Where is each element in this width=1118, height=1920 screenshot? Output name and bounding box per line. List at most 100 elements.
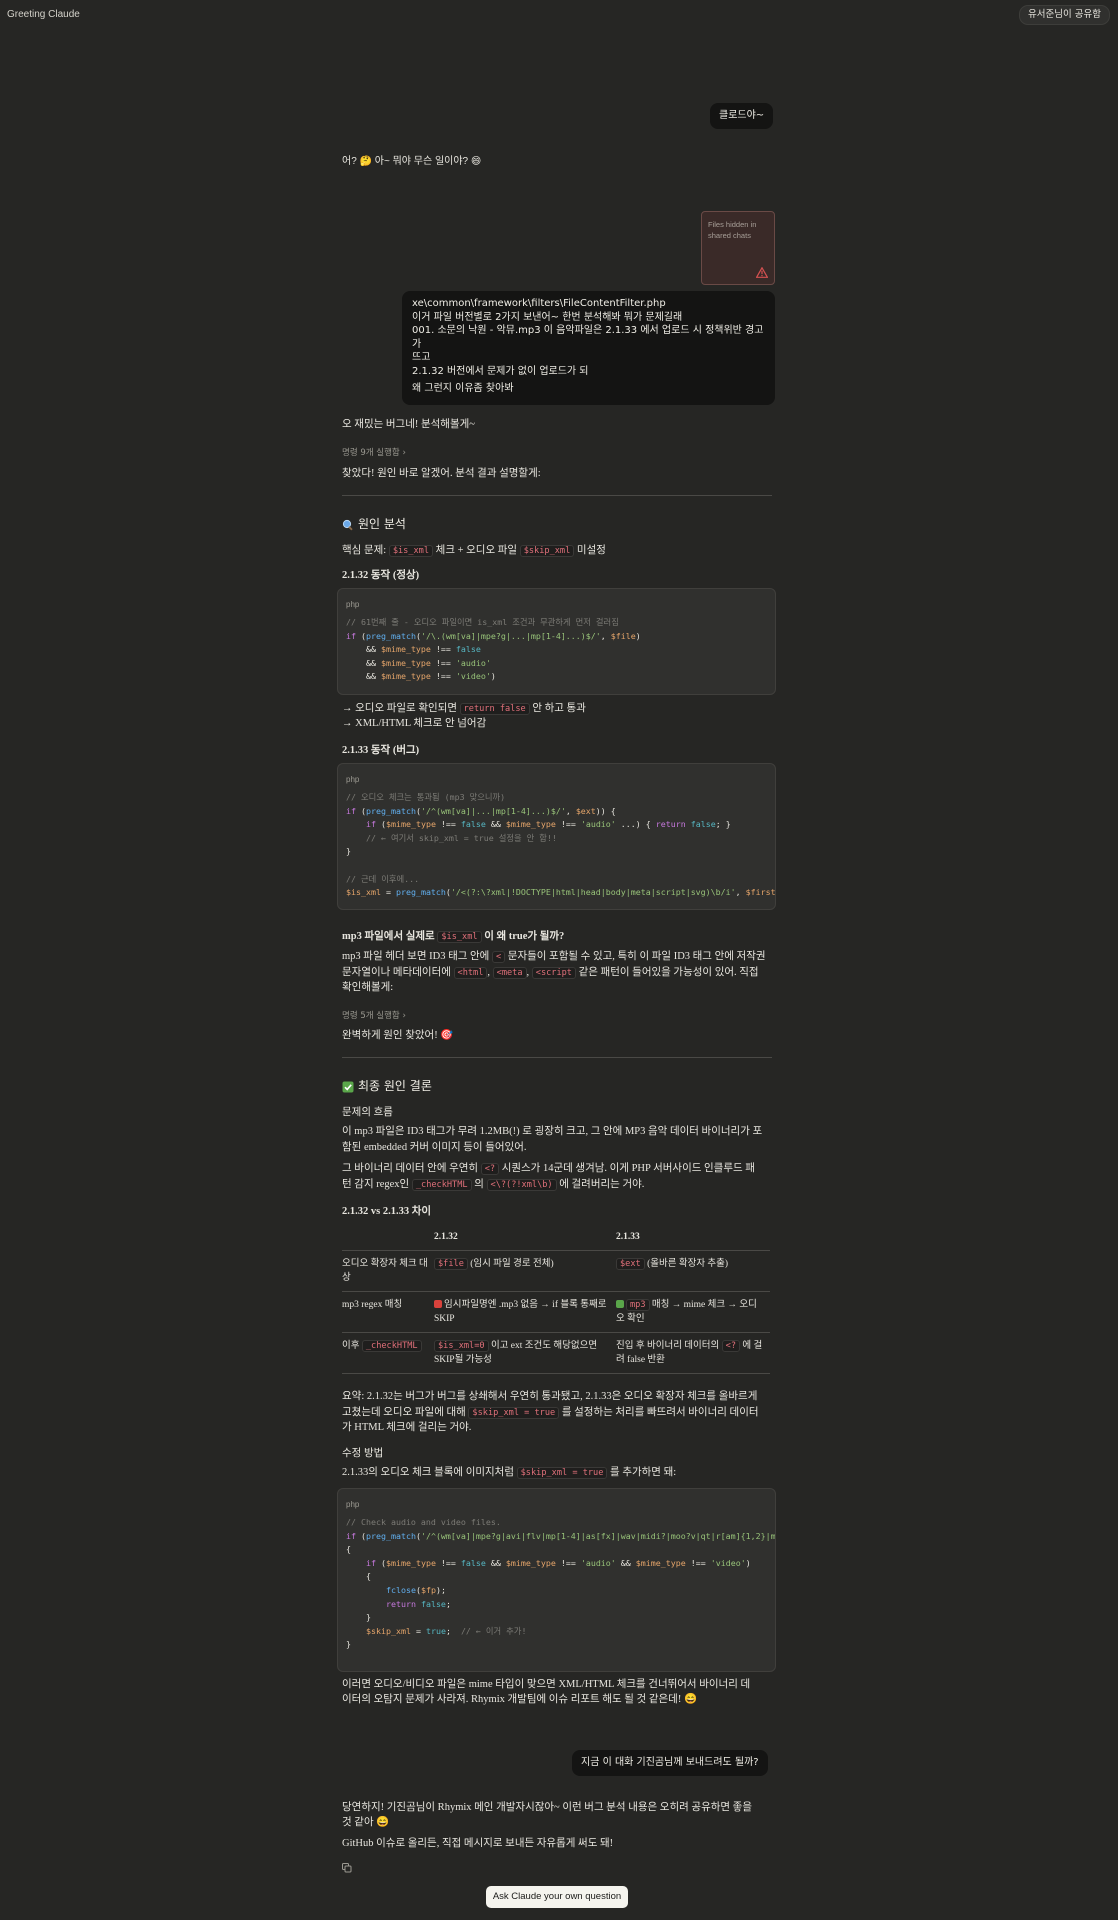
text: 문자들이 포함될 수 있고, 특히 이 파일 ID3 태그 안에 저작권 bbox=[505, 951, 766, 962]
attachment-card[interactable]: Files hidden in shared chats bbox=[701, 211, 775, 285]
text: 그 바이너리 데이터 안에 우연히 bbox=[342, 1163, 481, 1174]
table-heading: 2.1.32 vs 2.1.33 차이 bbox=[342, 1206, 432, 1217]
summary-line: 고쳤는데 오디오 파일에 대해 $skip_xml = true 를 설정하는 … bbox=[342, 1405, 774, 1421]
inline-code: return false bbox=[459, 703, 530, 715]
text: → 오디오 파일로 확인되면 bbox=[342, 703, 460, 714]
inline-code: <? bbox=[480, 1163, 500, 1175]
text: 임시파일명엔 .mp3 없음 → if 블록 통째로 SKIP bbox=[434, 1300, 607, 1324]
copy-button[interactable] bbox=[342, 1863, 354, 1875]
core-problem: 핵심 문제: $is_xml 체크 + 오디오 파일 $skip_xml 미설정 bbox=[342, 543, 774, 559]
section-heading: 원인 분석 bbox=[342, 517, 406, 532]
attachment-hidden-line2: shared chats bbox=[708, 231, 751, 240]
assistant-intro: 오 재밌는 버그네! 분석해볼게~ bbox=[342, 419, 475, 430]
why-question: mp3 파일에서 실제로 $is_xml 이 왜 true가 될까? bbox=[342, 929, 774, 945]
chat-title: Greeting Claude bbox=[7, 9, 80, 20]
table-cell: 진입 후 바이너리 데이터의 <? 에 걸려 false 반환 bbox=[616, 1332, 770, 1374]
user-message-text: 클로드야~ bbox=[719, 110, 765, 121]
inline-code: $skip_xml = true bbox=[468, 1407, 560, 1419]
arrow-line: → 오디오 파일로 확인되면 return false 안 하고 통과 bbox=[342, 701, 774, 717]
subheading-v133: 2.1.33 동작 (버그) bbox=[342, 745, 420, 756]
text: 시퀀스가 14군데 생겨남. 이게 PHP 서버사이드 인클루드 패 bbox=[499, 1163, 755, 1174]
flow-paragraph-line: 함된 embedded 커버 이미지 등이 들어있어. bbox=[342, 1142, 527, 1153]
code-block[interactable]: php // 오디오 체크는 통과됨 (mp3 맞으니까) if (preg_m… bbox=[337, 763, 776, 910]
table-row: 오디오 확장자 체크 대상 $file (임시 파일 경로 전체) $ext (… bbox=[342, 1250, 770, 1292]
summary-line: 요약: 2.1.32는 버그가 버그를 상쇄해서 우연히 통과됐고, 2.1.3… bbox=[342, 1391, 758, 1402]
code-language: php bbox=[346, 600, 360, 609]
section-title: 원인 분석 bbox=[358, 517, 406, 531]
code-block[interactable]: php // Check audio and video files. if (… bbox=[337, 1488, 776, 1672]
user-message-line: 이거 파일 버전별로 2가지 보낸어~ 한번 분석해봐 뭐가 문제길래 bbox=[412, 311, 683, 323]
steps-label: 명령 9개 실행함 bbox=[342, 448, 400, 458]
ask-claude-button[interactable]: Ask Claude your own question bbox=[486, 1886, 628, 1908]
comparison-table: 2.1.32 2.1.33 오디오 확장자 체크 대상 $file (임시 파일… bbox=[342, 1230, 770, 1374]
inline-code: $is_xml bbox=[437, 931, 482, 943]
text: 의 bbox=[471, 1179, 487, 1190]
shared-by-badge[interactable]: 유서준님이 공유함 bbox=[1019, 5, 1110, 25]
fix-heading: 수정 방법 bbox=[342, 1448, 384, 1459]
flow-label: 문제의 흐름 bbox=[342, 1107, 393, 1118]
inline-code: <script bbox=[531, 967, 576, 979]
table-cell: $ext (올바른 확장자 추출) bbox=[616, 1250, 770, 1292]
table-row: mp3 regex 매칭 임시파일명엔 .mp3 없음 → if 블록 통째로 … bbox=[342, 1291, 770, 1333]
user-message-line: 001. 소문의 낙원 - 악뮤.mp3 이 음악파일은 2.1.33 에서 업… bbox=[412, 325, 764, 350]
divider bbox=[342, 495, 772, 496]
code-block[interactable]: php // 61번째 줄 - 오디오 파일이면 is_xml 조건과 무관하게… bbox=[337, 588, 776, 695]
assistant-reply-line: 당연하지! 기진곰님이 Rhymix 메인 개발자시잖아~ 이런 버그 분석 내… bbox=[342, 1802, 752, 1813]
section-title: 최종 원인 결론 bbox=[358, 1079, 432, 1093]
user-message-text: 지금 이 대화 기진곰님께 보내드려도 될까? bbox=[581, 1757, 759, 1768]
inline-code: $skip_xml = true bbox=[516, 1467, 608, 1479]
subheading-v132: 2.1.32 동작 (정상) bbox=[342, 570, 420, 581]
table-header bbox=[342, 1230, 434, 1251]
steps-toggle[interactable]: 명령 9개 실행함 › bbox=[342, 446, 406, 461]
text: 턴 감지 regex인 bbox=[342, 1179, 412, 1190]
table-row: 이후 _checkHTML $is_xml=0 이고 ext 조건도 해당없으면… bbox=[342, 1332, 770, 1374]
warning-icon bbox=[756, 267, 768, 278]
fix-line: 2.1.33의 오디오 체크 블록에 이미지처럼 $skip_xml = tru… bbox=[342, 1465, 774, 1481]
steps-label: 명령 5개 실행함 bbox=[342, 1011, 400, 1021]
perfect-message: 완벽하게 원인 찾았어! 🎯 bbox=[342, 1030, 454, 1041]
check-mark-icon bbox=[342, 1081, 354, 1092]
magnifier-icon bbox=[342, 519, 353, 530]
table-cell: 임시파일명엔 .mp3 없음 → if 블록 통째로 SKIP bbox=[434, 1291, 616, 1333]
inline-code: $is_xml=0 bbox=[434, 1340, 489, 1352]
flow-paragraph-line: 그 바이너리 데이터 안에 우연히 <? 시퀀스가 14군데 생겨남. 이게 P… bbox=[342, 1161, 774, 1177]
why-answer-line: 문자열이나 메타데이터에 <html, <meta, <script 같은 패턴… bbox=[342, 967, 759, 979]
code-content: // Check audio and video files. if (preg… bbox=[346, 1517, 776, 1650]
table-cell: $is_xml=0 이고 ext 조건도 해당없으면 SKIP될 가능성 bbox=[434, 1332, 616, 1374]
assistant-message: 어? 🤔 아~ 뭐야 무슨 일이야? 😄 bbox=[342, 156, 482, 167]
table-cell: $file (임시 파일 경로 전체) bbox=[434, 1250, 616, 1292]
top-bar: Greeting Claude 유서준님이 공유함 bbox=[0, 0, 1118, 28]
text: 를 추가하면 돼: bbox=[607, 1467, 677, 1478]
section-heading: 최종 원인 결론 bbox=[342, 1079, 432, 1094]
inline-code: $is_xml bbox=[388, 545, 434, 557]
code-language: php bbox=[346, 775, 360, 784]
text: 문자열이나 메타데이터에 bbox=[342, 967, 454, 978]
flow-paragraph-line: 턴 감지 regex인 _checkHTML 의 <\?(?!xml\b) 에 … bbox=[342, 1177, 774, 1193]
inline-code: $ext bbox=[616, 1258, 645, 1270]
text: 체크 + 오디오 파일 bbox=[433, 545, 520, 556]
table-cell: mp3 매칭 → mime 체크 → 오디오 확인 bbox=[616, 1291, 770, 1333]
steps-toggle[interactable]: 명령 5개 실행함 › bbox=[342, 1009, 406, 1024]
why-answer-line: 확인해볼게: bbox=[342, 982, 394, 993]
flow-paragraph-line: 이 mp3 파일은 ID3 태그가 무려 1.2MB(!) 로 굉장히 크고, … bbox=[342, 1126, 763, 1137]
text: 진입 후 바이너리 데이터의 bbox=[616, 1341, 722, 1351]
text: mp3 파일 헤더 보면 ID3 태그 안에 bbox=[342, 951, 492, 962]
check-mark-icon bbox=[616, 1300, 624, 1308]
divider bbox=[342, 1057, 772, 1058]
copy-icon bbox=[342, 1863, 352, 1873]
text: (올바른 확장자 추출) bbox=[644, 1259, 729, 1269]
text: 고쳤는데 오디오 파일에 대해 bbox=[342, 1407, 469, 1418]
table-header: 2.1.32 bbox=[434, 1230, 616, 1251]
assistant-reply-line: GitHub 이슈로 올리든, 직접 메시지로 보내든 자유롭게 써도 돼! bbox=[342, 1838, 614, 1849]
assistant-reply-line: 것 같아 😄 bbox=[342, 1817, 390, 1828]
text: 에 걸려버리는 거야. bbox=[556, 1179, 645, 1190]
text: (임시 파일 경로 전체) bbox=[467, 1259, 554, 1269]
code-language: php bbox=[346, 1500, 360, 1509]
inline-code: $file bbox=[434, 1258, 468, 1270]
text: 안 하고 통과 bbox=[529, 703, 586, 714]
user-message: 클로드야~ bbox=[710, 103, 774, 129]
user-message-line: 왜 그런지 이유좀 찾아봐 bbox=[412, 383, 514, 394]
inline-code: < bbox=[491, 951, 506, 963]
found-message: 찾았다! 원인 바로 알겠어. 분석 결과 설명할게: bbox=[342, 468, 541, 479]
inline-code: <html bbox=[453, 967, 488, 979]
